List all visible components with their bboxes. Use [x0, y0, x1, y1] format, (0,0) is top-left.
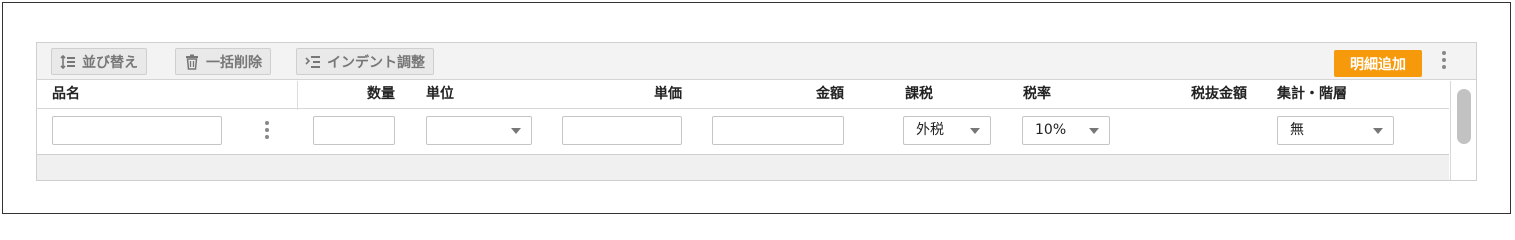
row-more-icon[interactable] [264, 121, 270, 141]
chevron-down-icon [511, 128, 521, 134]
sort-list-icon [60, 54, 76, 70]
taxation-select-value: 外税 [916, 122, 944, 138]
column-header-tax-excluded-amount: 税抜金額 [1191, 86, 1247, 102]
add-detail-button[interactable]: 明細追加 [1334, 50, 1422, 77]
aggregation-level-select[interactable]: 無 [1277, 116, 1394, 145]
amount-input[interactable] [712, 116, 844, 145]
column-header-aggregation-level: 集計・階層 [1277, 86, 1347, 102]
column-header-tax-rate: 税率 [1023, 86, 1051, 102]
sort-button-label: 並び替え [82, 54, 138, 71]
item-name-input[interactable] [52, 116, 222, 145]
window-frame: 並び替え 一括削除 インデント調整 明細追加 品名 数量 単位 単価 金額 課税… [2, 2, 1511, 214]
chevron-down-icon [970, 128, 980, 134]
line-items-panel: 並び替え 一括削除 インデント調整 明細追加 品名 数量 単位 単価 金額 課税… [36, 42, 1477, 181]
sort-button[interactable]: 並び替え [51, 48, 147, 75]
chevron-down-icon [1373, 128, 1383, 134]
bulk-delete-button-label: 一括削除 [206, 54, 262, 71]
vertical-scrollbar[interactable] [1450, 81, 1476, 180]
table-header: 品名 数量 単位 単価 金額 課税 税率 税抜金額 集計・階層 [37, 81, 1449, 109]
column-header-taxation: 課税 [905, 86, 933, 102]
column-header-unit-price: 単価 [654, 86, 682, 102]
bulk-delete-button[interactable]: 一括削除 [175, 48, 271, 75]
column-header-amount: 金額 [816, 86, 844, 102]
unit-price-input[interactable] [562, 116, 682, 145]
column-header-item-name: 品名 [52, 86, 80, 102]
indent-adjust-button-label: インデント調整 [327, 54, 425, 71]
quantity-input[interactable] [313, 116, 395, 145]
tax-rate-select[interactable]: 10% [1022, 116, 1110, 145]
trash-icon [184, 54, 200, 70]
table-footer-row [37, 154, 1449, 180]
chevron-down-icon [1089, 128, 1099, 134]
indent-adjust-button[interactable]: インデント調整 [296, 48, 434, 75]
unit-select[interactable] [426, 116, 532, 145]
taxation-select[interactable]: 外税 [903, 116, 991, 145]
aggregation-level-select-value: 無 [1290, 122, 1304, 138]
scrollbar-thumb[interactable] [1457, 89, 1471, 144]
column-header-unit: 単位 [426, 86, 454, 102]
tax-rate-select-value: 10% [1035, 122, 1067, 138]
toolbar: 並び替え 一括削除 インデント調整 明細追加 [37, 43, 1476, 80]
column-header-quantity: 数量 [367, 86, 395, 102]
table-row: 外税 10% 無 [37, 110, 1449, 154]
indent-icon [305, 54, 321, 70]
toolbar-more-icon[interactable] [1441, 51, 1447, 71]
